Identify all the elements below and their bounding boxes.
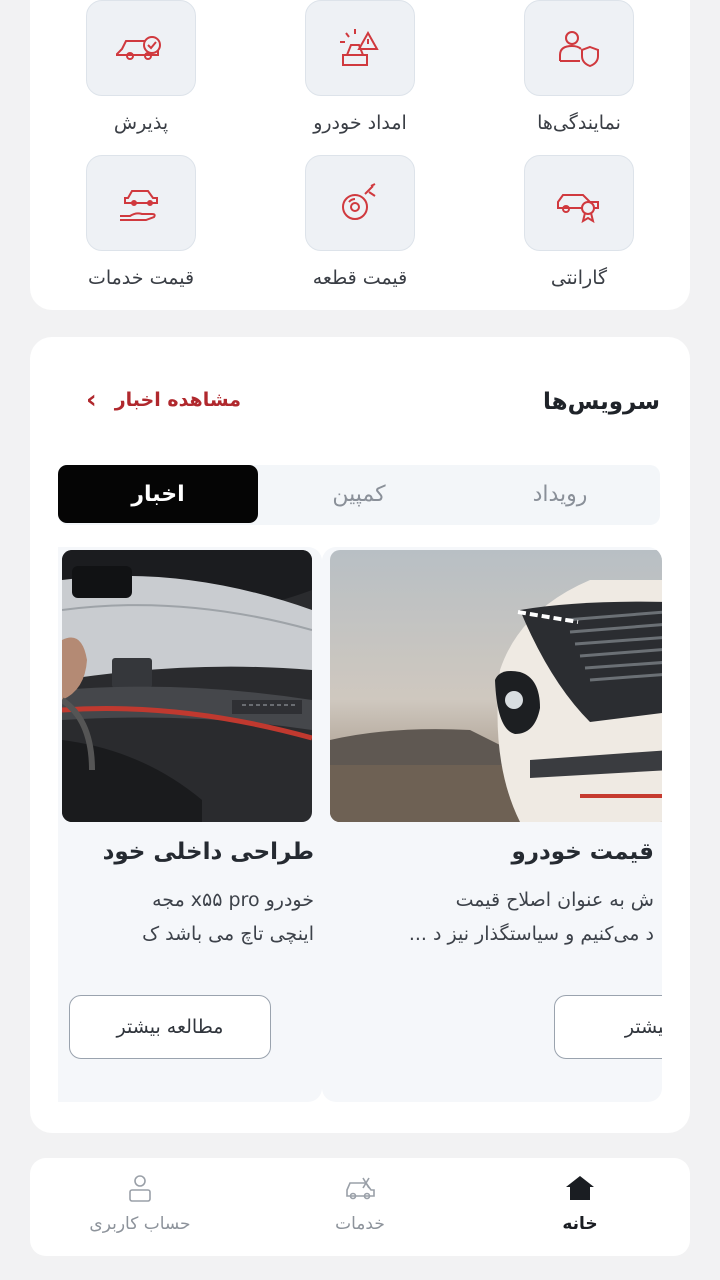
service-tile[interactable] bbox=[86, 0, 196, 96]
service-tile[interactable] bbox=[305, 0, 415, 96]
news-carousel[interactable]: قیمت خودرو ش به عنوان اصلاح قیمت د می‌کن… bbox=[58, 547, 662, 1107]
see-all-news-link[interactable]: ‹ مشاهده اخبار bbox=[86, 385, 241, 415]
nav-services[interactable]: خدمات bbox=[260, 1172, 460, 1234]
service-label: پذیرش bbox=[113, 112, 169, 134]
news-card-description: ش به عنوان اصلاح قیمت د می‌کنیم و سیاستگ… bbox=[409, 883, 654, 951]
desc-line: ش به عنوان اصلاح قیمت bbox=[455, 889, 654, 911]
desc-line: اینچی تاچ می باشد ک bbox=[142, 923, 314, 945]
news-card[interactable]: طراحی داخلی خود خودرو x۵۵ pro مجه اینچی … bbox=[58, 547, 322, 1102]
read-more-button[interactable]: مطالعه بیشتر bbox=[69, 995, 271, 1059]
nav-home[interactable]: خانه bbox=[480, 1172, 680, 1234]
service-label: گارانتی bbox=[550, 267, 608, 289]
services-grid-card: پذیرش امداد خودرو نمایندگی‌ها قیمت خدمات bbox=[30, 0, 690, 310]
home-icon bbox=[566, 1176, 594, 1200]
tab-news[interactable]: اخبار bbox=[58, 465, 258, 523]
service-label: نمایندگی‌ها bbox=[537, 112, 621, 134]
news-tabs: رویداد کمپین اخبار bbox=[58, 465, 660, 525]
user-icon bbox=[129, 1175, 151, 1202]
news-card[interactable]: قیمت خودرو ش به عنوان اصلاح قیمت د می‌کن… bbox=[322, 547, 662, 1102]
service-tile[interactable] bbox=[305, 155, 415, 251]
desc-line: د می‌کنیم و سیاستگذار نیز د ... bbox=[408, 923, 654, 945]
brake-disc-icon bbox=[342, 183, 376, 220]
nav-label: حساب کاربری bbox=[89, 1214, 191, 1234]
news-card-title: قیمت خودرو bbox=[511, 839, 654, 865]
car-front-photo bbox=[330, 550, 662, 822]
tab-campaign[interactable]: کمپین bbox=[259, 465, 459, 523]
service-part-prices[interactable]: قیمت قطعه bbox=[275, 155, 445, 289]
desc-line: خودرو x۵۵ pro مجه bbox=[152, 889, 314, 911]
car-check-icon bbox=[116, 36, 161, 60]
service-tile[interactable] bbox=[524, 0, 634, 96]
car-warranty-icon bbox=[557, 194, 599, 224]
roadside-assist-icon bbox=[340, 29, 379, 66]
service-warranty[interactable]: گارانتی bbox=[494, 155, 664, 289]
nav-label: خدمات bbox=[335, 1214, 385, 1234]
car-interior-photo bbox=[62, 550, 312, 822]
tab-events[interactable]: رویداد bbox=[460, 465, 660, 523]
service-tile[interactable] bbox=[524, 155, 634, 251]
service-tile[interactable] bbox=[86, 155, 196, 251]
news-card-title: طراحی داخلی خود bbox=[102, 839, 314, 865]
service-label: امداد خودرو bbox=[313, 112, 407, 134]
car-hand-icon bbox=[120, 190, 158, 221]
chevron-left-icon: ‹ bbox=[86, 385, 97, 415]
service-service-prices[interactable]: قیمت خدمات bbox=[56, 155, 226, 289]
read-more-button[interactable]: ه بیشتر bbox=[554, 995, 662, 1059]
services-car-icon bbox=[346, 1177, 375, 1200]
news-card-description: خودرو x۵۵ pro مجه اینچی تاچ می باشد ک bbox=[142, 883, 314, 951]
dealer-shield-icon bbox=[559, 31, 599, 68]
service-label: قیمت خدمات bbox=[87, 267, 195, 289]
service-roadside[interactable]: امداد خودرو bbox=[275, 0, 445, 134]
news-section-card: سرویس‌ها ‹ مشاهده اخبار رویداد کمپین اخب… bbox=[30, 337, 690, 1133]
section-title: سرویس‌ها bbox=[543, 389, 660, 415]
nav-label: خانه bbox=[562, 1214, 598, 1234]
service-label: قیمت قطعه bbox=[312, 267, 408, 289]
service-reception[interactable]: پذیرش bbox=[56, 0, 226, 134]
service-dealers[interactable]: نمایندگی‌ها bbox=[494, 0, 664, 134]
nav-account[interactable]: حساب کاربری bbox=[40, 1172, 240, 1234]
section-header: سرویس‌ها ‹ مشاهده اخبار bbox=[30, 385, 690, 429]
bottom-navigation: خانه خدمات حساب کاربری bbox=[30, 1158, 690, 1256]
see-all-label: مشاهده اخبار bbox=[114, 389, 241, 411]
